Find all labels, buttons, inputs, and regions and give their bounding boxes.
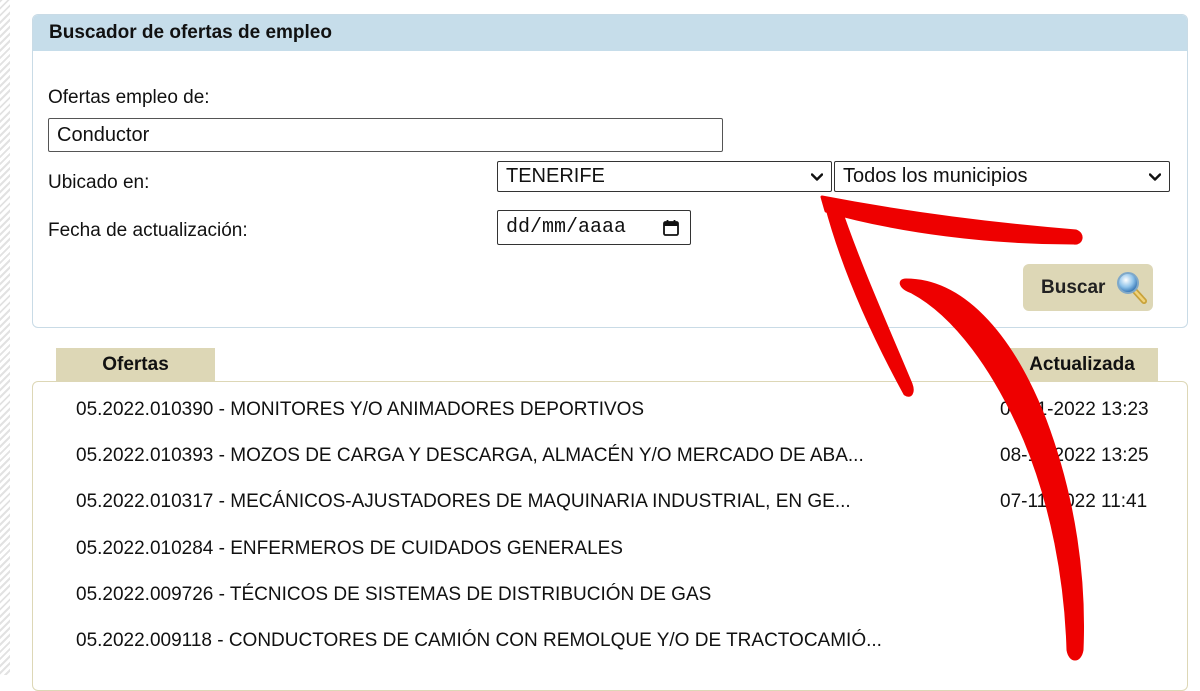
tab-updated[interactable]: Actualizada <box>1006 348 1158 382</box>
table-row[interactable]: 05.2022.010390 - MONITORES Y/O ANIMADORE… <box>76 399 1176 429</box>
table-row[interactable]: 05.2022.010393 - MOZOS DE CARGA Y DESCAR… <box>76 445 1176 475</box>
date-input[interactable]: dd/mm/aaaa <box>497 210 691 245</box>
table-row[interactable]: 05.2022.010317 - MECÁNICOS-AJUSTADORES D… <box>76 491 1176 521</box>
offer-link[interactable]: 05.2022.010390 - MONITORES Y/O ANIMADORE… <box>76 399 644 421</box>
province-select-value: TENERIFE <box>506 165 605 187</box>
chevron-down-icon <box>811 173 823 181</box>
left-edge-pattern <box>0 0 10 675</box>
keyword-label: Ofertas empleo de: <box>48 87 210 108</box>
search-button[interactable]: Buscar <box>1023 264 1153 311</box>
table-row[interactable]: 05.2022.009726 - TÉCNICOS DE SISTEMAS DE… <box>76 584 1176 614</box>
offer-link[interactable]: 05.2022.009118 - CONDUCTORES DE CAMIÓN C… <box>76 630 882 652</box>
tab-offers[interactable]: Ofertas <box>56 348 215 382</box>
offer-link[interactable]: 05.2022.010284 - ENFERMEROS DE CUIDADOS … <box>76 538 623 560</box>
offer-link[interactable]: 05.2022.010317 - MECÁNICOS-AJUSTADORES D… <box>76 491 851 513</box>
offer-link[interactable]: 05.2022.009726 - TÉCNICOS DE SISTEMAS DE… <box>76 584 711 606</box>
panel-header: Buscador de ofertas de empleo <box>33 15 1187 51</box>
chevron-down-icon <box>1149 173 1161 181</box>
date-placeholder: dd/mm/aaaa <box>506 216 627 239</box>
municipality-select[interactable]: Todos los municipios <box>834 161 1170 192</box>
municipality-select-value: Todos los municipios <box>843 165 1028 187</box>
magnifier-icon <box>1117 272 1147 304</box>
offer-date: 07-11-2022 11:41 <box>1000 491 1148 512</box>
search-button-label: Buscar <box>1041 277 1106 298</box>
calendar-icon[interactable] <box>662 219 680 237</box>
results-list: 05.2022.010390 - MONITORES Y/O ANIMADORE… <box>32 381 1188 691</box>
search-panel: Buscador de ofertas de empleo Ofertas em… <box>32 14 1188 328</box>
offer-link[interactable]: 05.2022.010393 - MOZOS DE CARGA Y DESCAR… <box>76 445 864 467</box>
location-label: Ubicado en: <box>48 172 150 193</box>
table-row[interactable]: 05.2022.010284 - ENFERMEROS DE CUIDADOS … <box>76 538 1176 568</box>
offer-date: 08-11-2022 13:25 <box>1000 445 1149 466</box>
date-label: Fecha de actualización: <box>48 220 248 241</box>
keyword-input[interactable] <box>48 118 723 152</box>
offer-date: 08-11-2022 13:23 <box>1000 399 1149 420</box>
province-select[interactable]: TENERIFE <box>497 161 832 192</box>
table-row[interactable]: 05.2022.009118 - CONDUCTORES DE CAMIÓN C… <box>76 630 1176 660</box>
